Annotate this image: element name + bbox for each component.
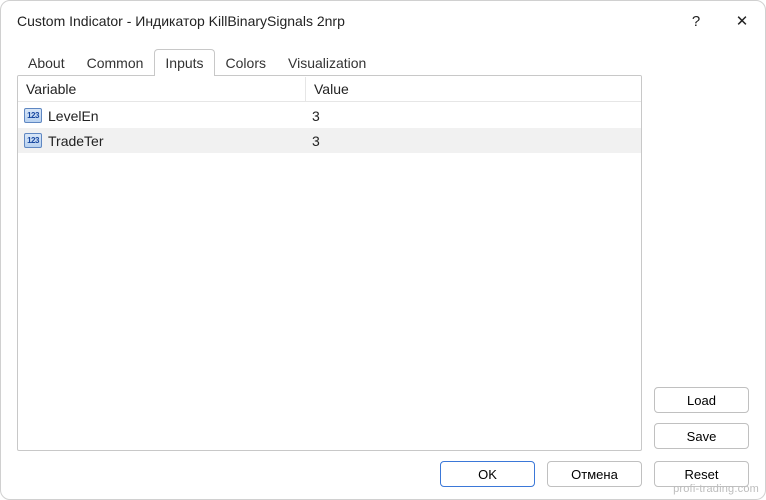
dialog-body: About Common Inputs Colors Visualization… — [1, 41, 765, 499]
tab-visualization[interactable]: Visualization — [277, 49, 377, 76]
tab-common[interactable]: Common — [76, 49, 155, 76]
header-value[interactable]: Value — [306, 77, 641, 102]
save-button[interactable]: Save — [654, 423, 749, 449]
close-icon: ✕ — [736, 12, 749, 30]
table-row[interactable]: 123 TradeTer 3 — [18, 128, 641, 153]
close-button[interactable]: ✕ — [719, 1, 765, 41]
cancel-button[interactable]: Отмена — [547, 461, 642, 487]
help-icon: ? — [692, 13, 700, 30]
ok-button[interactable]: OK — [440, 461, 535, 487]
reset-button[interactable]: Reset — [654, 461, 749, 487]
side-buttons: Load Save — [654, 75, 749, 451]
main-row: Variable Value 123 LevelEn 3 — [17, 75, 749, 451]
tab-colors[interactable]: Colors — [215, 49, 277, 76]
int-type-icon: 123 — [24, 108, 42, 123]
int-type-icon: 123 — [24, 133, 42, 148]
table-header: Variable Value — [18, 76, 641, 103]
help-button[interactable]: ? — [673, 1, 719, 41]
titlebar: Custom Indicator - Индикатор KillBinaryS… — [1, 1, 765, 41]
tab-inputs[interactable]: Inputs — [154, 49, 214, 76]
variable-value[interactable]: 3 — [312, 108, 320, 124]
inputs-table: Variable Value 123 LevelEn 3 — [17, 75, 642, 451]
window-title: Custom Indicator - Индикатор KillBinaryS… — [17, 13, 345, 29]
tabs: About Common Inputs Colors Visualization — [17, 47, 749, 75]
header-variable[interactable]: Variable — [18, 77, 306, 102]
variable-name: TradeTer — [48, 133, 104, 149]
load-button[interactable]: Load — [654, 387, 749, 413]
table-row[interactable]: 123 LevelEn 3 — [18, 103, 641, 128]
tab-about[interactable]: About — [17, 49, 76, 76]
dialog-window: Custom Indicator - Индикатор KillBinaryS… — [0, 0, 766, 500]
variable-name: LevelEn — [48, 108, 99, 124]
variable-value[interactable]: 3 — [312, 133, 320, 149]
footer-buttons: OK Отмена Reset — [17, 451, 749, 487]
table-body: 123 LevelEn 3 123 TradeTer 3 — [18, 103, 641, 450]
